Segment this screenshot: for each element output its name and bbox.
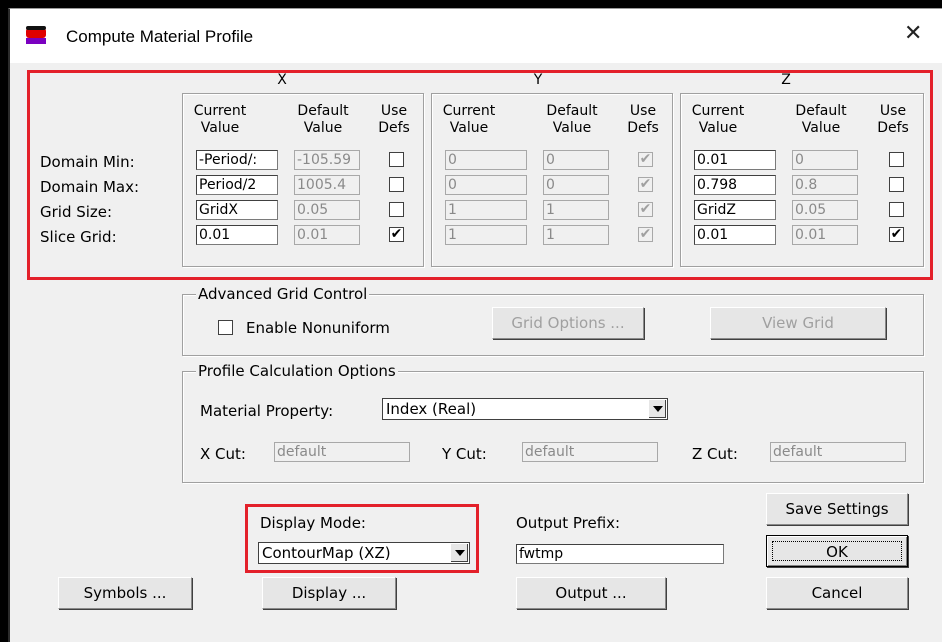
domain-highlight-box [27,70,933,280]
output-prefix-input[interactable]: fwtmp [516,544,724,564]
ok-button[interactable]: OK [766,535,908,567]
grid-options-button: Grid Options ... [492,307,644,339]
z-cut-input: default [770,442,906,462]
y-cut-label: Y Cut: [442,445,487,463]
cancel-button[interactable]: Cancel [766,577,908,609]
z-cut-label: Z Cut: [692,445,738,463]
enable-nonuniform-checkbox[interactable] [218,320,233,335]
close-icon[interactable]: ✕ [904,23,922,45]
output-prefix-label: Output Prefix: [516,514,621,532]
window-title: Compute Material Profile [66,27,254,46]
view-grid-button: View Grid [710,307,886,339]
x-cut-input: default [274,442,410,462]
material-property-label: Material Property: [200,402,334,420]
app-window-icon [26,26,46,44]
profile-options-title: Profile Calculation Options [196,362,398,380]
material-property-select[interactable]: Index (Real) [382,398,668,420]
display-mode-highlight-box [245,504,479,573]
output-button[interactable]: Output ... [516,577,666,609]
title-bar: Compute Material Profile ✕ [10,9,942,63]
material-property-value: Index (Real) [386,400,477,418]
enable-nonuniform-label[interactable]: Enable Nonuniform [246,319,390,337]
save-settings-button[interactable]: Save Settings [766,493,908,525]
profile-options-group [182,371,924,483]
advanced-grid-title: Advanced Grid Control [196,285,370,303]
dialog-window: Compute Material Profile ✕ X Y Z Current… [8,8,942,642]
ok-button-label: OK [772,541,902,561]
display-button[interactable]: Display ... [262,577,396,609]
x-cut-label: X Cut: [200,445,246,463]
symbols-button[interactable]: Symbols ... [58,577,192,609]
y-cut-input: default [522,442,658,462]
chevron-down-icon[interactable] [648,400,666,418]
